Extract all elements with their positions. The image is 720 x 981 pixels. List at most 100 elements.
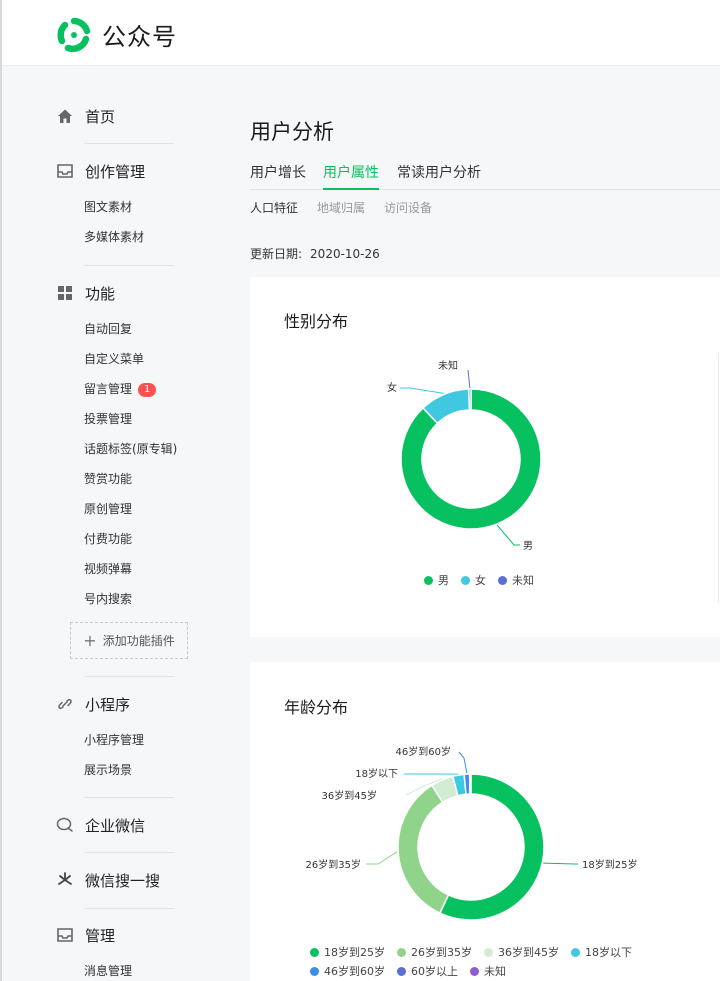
sidebar-divider [84, 143, 174, 144]
brand-title: 公众号 [102, 23, 177, 51]
legend-item[interactable]: 26岁到35岁 [397, 944, 472, 960]
sidebar-item-label: 企业微信 [85, 816, 146, 835]
sidebar-item-manage[interactable]: 管理 [55, 923, 115, 947]
page-title: 用户分析 [250, 120, 334, 144]
subtab-device[interactable]: 访问设备 [384, 199, 432, 216]
link-icon [55, 694, 75, 714]
sidebar-divider [84, 852, 174, 853]
label-leader-line [366, 851, 398, 865]
slice-label: 26岁到35岁 [306, 858, 361, 871]
sidebar-item-label: 管理 [85, 926, 116, 945]
tab-bar: 用户增长 用户属性 常读用户分析 [250, 162, 720, 190]
tab-user-growth[interactable]: 用户增长 [250, 162, 306, 190]
top-header: 公众号 [2, 0, 720, 66]
legend-item[interactable]: 未知 [470, 963, 506, 979]
legend-label: 18岁以下 [585, 946, 632, 959]
update-date: 更新日期: 2020-10-26 [250, 245, 380, 262]
legend-item[interactable]: 男 [424, 572, 449, 588]
legend-item[interactable]: 36岁到45岁 [484, 944, 559, 960]
label-leader-line [467, 369, 471, 389]
add-plugin-button[interactable]: + 添加功能插件 [70, 622, 188, 659]
wechat-official-logo-icon[interactable] [56, 17, 92, 53]
sidebar-item-label: 首页 [85, 107, 116, 126]
chat-icon [55, 815, 75, 835]
legend-row: 18岁到25岁 26岁到35岁 36岁到45岁 18岁以下 [310, 944, 670, 960]
sidebar-item-label: 微信搜一搜 [85, 871, 161, 890]
legend-item[interactable]: 女 [461, 572, 486, 588]
gender-chart-card: 性别分布 男女未知 男女未知 [250, 277, 720, 637]
sidebar-item-home[interactable]: 首页 [55, 104, 115, 128]
legend-item[interactable]: 60岁以上 [397, 963, 458, 979]
plus-icon: + [83, 631, 97, 650]
sidebar-subitem-custom-menu[interactable]: 自定义菜单 [84, 350, 144, 368]
legend-label: 未知 [484, 965, 506, 978]
sidebar-divider [84, 908, 174, 909]
label-leader-line [458, 751, 468, 774]
slice-label: 18岁以下 [355, 767, 398, 780]
age-chart-card: 年龄分布 18岁到25岁 26岁到35岁 36岁到45岁 18岁以下 46岁到60岁 1… [250, 662, 720, 981]
sidebar-subitem-label: 留言管理 [84, 382, 133, 396]
sidebar-divider [84, 676, 174, 677]
sidebar-subitem-image-text[interactable]: 图文素材 [84, 198, 132, 216]
sparkle-icon [55, 870, 75, 890]
notification-badge: 1 [138, 383, 157, 397]
sidebar-item-creation[interactable]: 创作管理 [55, 159, 145, 183]
add-plugin-label: 添加功能插件 [102, 634, 175, 648]
slice-label: 18岁到25岁 [582, 858, 637, 871]
legend-item[interactable]: 18岁到25岁 [310, 944, 385, 960]
legend-label: 36岁到45岁 [498, 946, 559, 959]
sidebar-subitem-votes[interactable]: 投票管理 [84, 410, 132, 428]
sidebar-subitem-messages[interactable]: 消息管理 [84, 962, 132, 980]
chart-legend: 18岁到25岁 26岁到35岁 36岁到45岁 18岁以下 46岁到60岁 60岁以上 未知 [310, 944, 670, 981]
label-leader-line [543, 862, 578, 865]
sidebar-item-miniprogram[interactable]: 小程序 [55, 692, 130, 716]
sidebar-item-wecom[interactable]: 企业微信 [55, 813, 145, 837]
sidebar-subitem-media[interactable]: 多媒体素材 [84, 228, 144, 246]
sidebar-subitem-paid[interactable]: 付费功能 [84, 530, 132, 548]
legend-label: 18岁到25岁 [324, 946, 385, 959]
legend-item[interactable]: 未知 [498, 572, 534, 588]
label-leader-line [496, 524, 520, 546]
tab-user-attributes[interactable]: 用户属性 [323, 162, 379, 190]
sidebar-subitem-search[interactable]: 号内搜索 [84, 590, 132, 608]
sidebar-item-features[interactable]: 功能 [55, 281, 115, 305]
sidebar-subitem-auto-reply[interactable]: 自动回复 [84, 320, 132, 338]
subtab-region[interactable]: 地域归属 [317, 199, 365, 216]
tab-frequent-readers[interactable]: 常读用户分析 [397, 162, 481, 190]
home-icon [55, 106, 75, 126]
legend-swatch [424, 575, 433, 585]
sidebar-subitem-reward[interactable]: 赞赏功能 [84, 470, 132, 488]
chart-legend: 男 女 未知 [250, 572, 720, 588]
legend-swatch [461, 575, 470, 585]
pie-slice[interactable] [468, 388, 472, 411]
slice-label: 46岁到60岁 [396, 745, 451, 758]
sidebar-subitem-danmaku[interactable]: 视频弹幕 [84, 560, 132, 578]
age-donut-chart: 18岁到25岁 26岁到35岁 36岁到45岁 18岁以下 46岁到60岁 [306, 745, 637, 921]
legend-label: 26岁到35岁 [411, 946, 472, 959]
sidebar-item-search[interactable]: 微信搜一搜 [55, 868, 160, 892]
inbox-icon [55, 925, 75, 945]
sidebar-subitem-topics[interactable]: 话题标签(原专辑) [84, 440, 177, 458]
label-leader-line [400, 387, 444, 394]
legend-item[interactable]: 18岁以下 [571, 944, 632, 960]
subtab-demographics[interactable]: 人口特征 [250, 199, 298, 216]
sidebar-subitem-miniprogram-manage[interactable]: 小程序管理 [84, 731, 144, 749]
legend-swatch [484, 947, 493, 957]
sidebar-subitem-original[interactable]: 原创管理 [84, 500, 132, 518]
slice-label: 女 [387, 381, 397, 394]
legend-label: 女 [475, 574, 486, 587]
legend-item[interactable]: 46岁到60岁 [310, 963, 385, 979]
pie-slice[interactable] [397, 784, 450, 915]
sidebar-divider [84, 265, 174, 266]
inbox-icon [55, 161, 75, 181]
sidebar-subitem-comments[interactable]: 留言管理 1 [84, 380, 157, 398]
legend-swatch [310, 966, 319, 976]
legend-label: 60岁以上 [411, 965, 458, 978]
legend-swatch [498, 575, 507, 585]
sidebar-subitem-scenes[interactable]: 展示场景 [84, 761, 132, 779]
legend-label: 男 [438, 574, 449, 587]
legend-swatch [470, 966, 479, 976]
slice-label: 未知 [438, 359, 458, 372]
legend-label: 46岁到60岁 [324, 965, 385, 978]
slice-label: 36岁到45岁 [322, 789, 377, 802]
